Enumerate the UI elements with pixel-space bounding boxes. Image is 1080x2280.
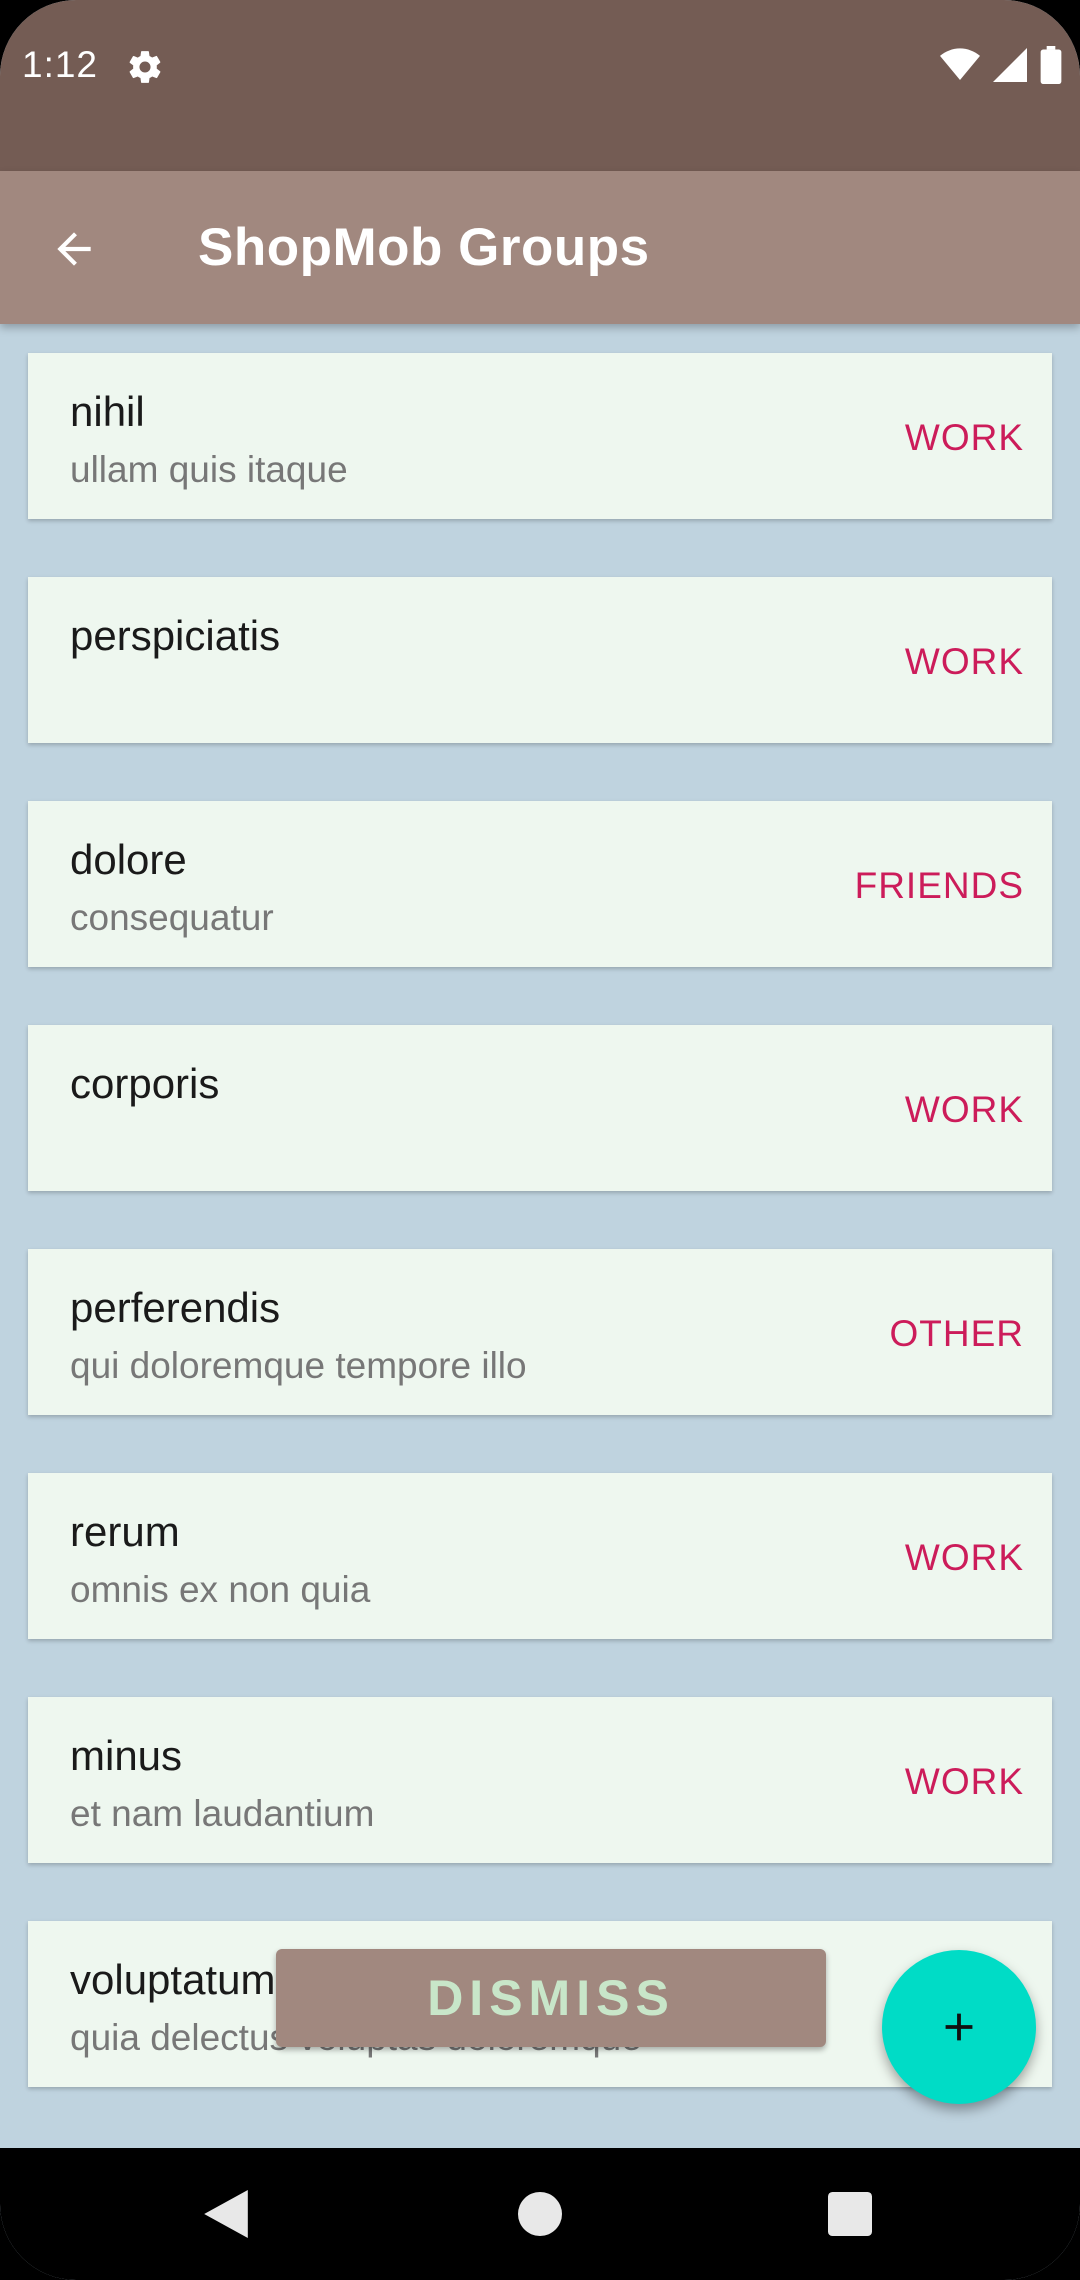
group-name: voluptatum [70, 1956, 276, 2003]
triangle-back-icon [204, 2190, 248, 2238]
group-description: consequatur [70, 897, 274, 938]
screen: 1:12 ShopMob Groups nihil ullam quis ita… [0, 0, 1080, 2280]
nav-back-button[interactable] [196, 2184, 256, 2244]
back-button[interactable] [28, 203, 120, 295]
back-arrow-icon [57, 232, 91, 266]
cell-signal-icon [992, 47, 1028, 87]
group-card[interactable]: nihil ullam quis itaque WORK [28, 353, 1052, 519]
group-list[interactable]: nihil ullam quis itaque WORK perspiciati… [0, 324, 1080, 2148]
status-icons [940, 45, 1062, 89]
group-name: rerum [70, 1508, 180, 1555]
group-name: corporis [70, 1060, 220, 1107]
page-title: ShopMob Groups [198, 218, 650, 277]
settings-gear-icon [126, 48, 164, 86]
group-type: WORK [904, 1537, 1024, 1578]
group-type: FRIENDS [854, 865, 1024, 906]
group-name: minus [70, 1732, 183, 1779]
group-name: dolore [70, 836, 187, 883]
group-description: et nam laudantium [70, 1793, 375, 1834]
dismiss-button[interactable]: DISMISS [276, 1949, 826, 2047]
group-card[interactable]: corporis WORK [28, 1025, 1052, 1191]
status-time: 1:12 [22, 44, 99, 85]
group-card[interactable]: minus et nam laudantium WORK [28, 1697, 1052, 1863]
group-type: OTHER [889, 1313, 1024, 1354]
group-card[interactable]: rerum omnis ex non quia WORK [28, 1473, 1052, 1639]
group-description: ullam quis itaque [70, 449, 348, 490]
group-name: perspiciatis [70, 612, 281, 659]
group-name: perferendis [70, 1284, 281, 1331]
add-group-button[interactable] [882, 1950, 1036, 2104]
status-bar: 1:12 [0, 0, 1080, 171]
group-description: qui doloremque tempore illo [70, 1345, 527, 1386]
battery-icon [1040, 45, 1062, 89]
group-name: nihil [70, 388, 145, 435]
nav-home-button[interactable] [510, 2184, 570, 2244]
group-description: omnis ex non quia [70, 1569, 371, 1610]
system-nav-bar [0, 2148, 1080, 2280]
circle-home-icon [518, 2192, 562, 2236]
wifi-icon [940, 47, 980, 87]
group-card[interactable]: dolore consequatur FRIENDS [28, 801, 1052, 967]
nav-recents-button[interactable] [820, 2184, 880, 2244]
group-type: WORK [904, 1089, 1024, 1130]
group-card[interactable]: perspiciatis WORK [28, 577, 1052, 743]
plus-icon [945, 2013, 973, 2041]
group-type: WORK [904, 641, 1024, 682]
square-recents-icon [828, 2192, 872, 2236]
group-card[interactable]: perferendis qui doloremque tempore illo … [28, 1249, 1052, 1415]
app-bar: ShopMob Groups [0, 171, 1080, 324]
group-type: WORK [904, 1761, 1024, 1802]
group-type: WORK [904, 417, 1024, 458]
